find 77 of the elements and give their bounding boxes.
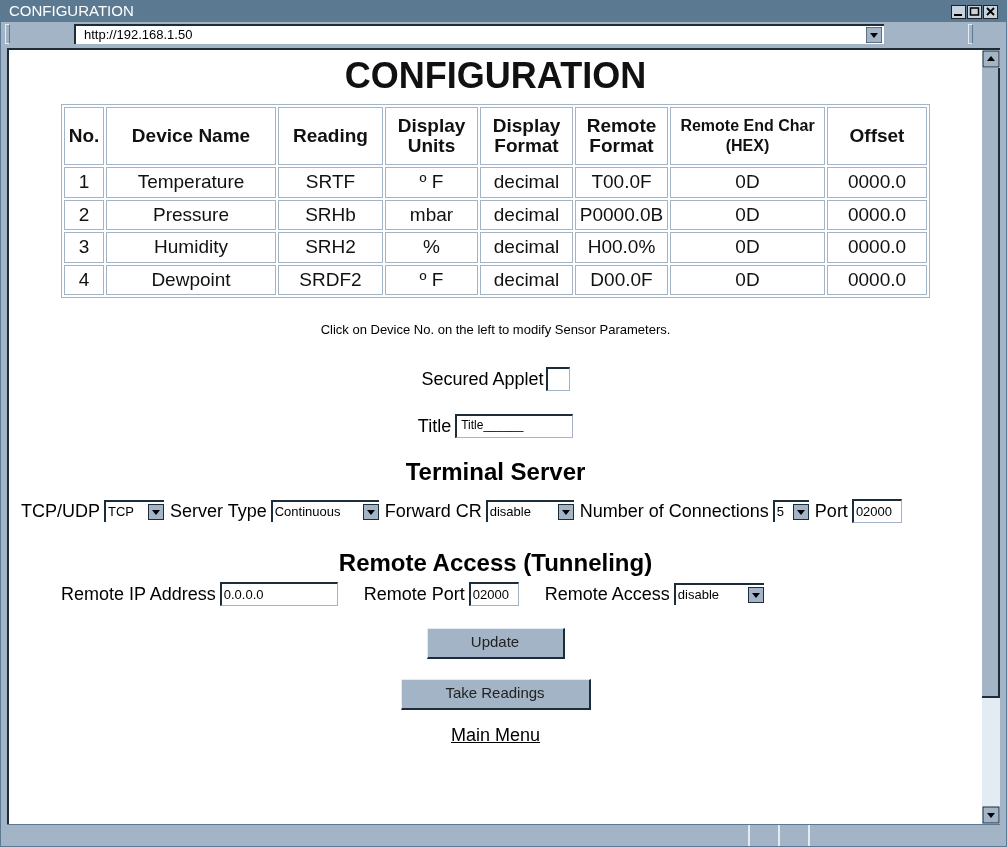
table-cell: 0000.0 — [827, 167, 927, 198]
table-cell: 0000.0 — [827, 232, 927, 263]
close-icon[interactable] — [983, 4, 998, 19]
window-title: CONFIGURATION — [9, 1, 134, 22]
minimize-icon[interactable] — [951, 4, 966, 19]
section-heading: Remote Access (Tunneling) — [338, 548, 653, 577]
scroll-up-icon[interactable] — [982, 50, 1000, 68]
scrollbar[interactable] — [982, 50, 1000, 824]
table-cell: 0D — [670, 232, 825, 263]
table-cell: decimal — [480, 167, 573, 198]
table-cell: 0D — [670, 199, 825, 230]
table-cell: 0000.0 — [827, 264, 927, 295]
device-number-link[interactable]: 4 — [64, 264, 104, 295]
table-cell: P0000.0B — [575, 199, 668, 230]
table-cell: 0000.0 — [827, 199, 927, 230]
field-label: Number of Connections — [579, 499, 769, 523]
table-cell: H00.0% — [575, 232, 668, 263]
table-cell: 0D — [670, 167, 825, 198]
input-field[interactable]: 02000 — [851, 499, 902, 523]
device-number-link[interactable]: 1 — [64, 167, 104, 198]
dropdown[interactable]: TCP — [104, 500, 164, 522]
dropdown[interactable]: disable — [485, 500, 574, 522]
dropdown[interactable]: 5 — [772, 500, 809, 522]
dropdown[interactable]: Continuous — [270, 500, 379, 522]
table-cell: mbar — [385, 199, 478, 230]
action-button[interactable]: Update — [426, 627, 565, 659]
table-cell: SRH2 — [278, 232, 383, 263]
table-cell: Dewpoint — [106, 264, 276, 295]
field-label: Secured Applet — [421, 367, 544, 391]
main-menu-link[interactable]: Main Menu — [450, 721, 540, 749]
field-label: Title — [417, 414, 452, 438]
section-heading: Terminal Server — [405, 456, 586, 487]
action-button[interactable]: Take Readings — [400, 678, 591, 710]
table-cell: D00.0F — [575, 264, 668, 295]
field-label: Forward CR — [384, 499, 482, 523]
table-cell: T00.0F — [575, 167, 668, 198]
hint-text: Click on Device No. on the left to modify Sensor Parameters. — [320, 321, 671, 339]
device-number-link[interactable]: 3 — [64, 232, 104, 263]
field-label: Server Type — [170, 499, 267, 523]
table-cell: SRTF — [278, 167, 383, 198]
field-label: TCP/UDP — [21, 499, 100, 523]
column-header: Device Name — [106, 107, 276, 165]
title-input-field[interactable]: Title______ — [455, 414, 574, 438]
table-cell: º F — [385, 167, 478, 198]
column-header: Display Format — [480, 107, 573, 165]
device-number-link[interactable]: 2 — [64, 199, 104, 230]
table-cell: % — [385, 232, 478, 263]
table-cell: 0D — [670, 264, 825, 295]
table-cell: Humidity — [106, 232, 276, 263]
input-field[interactable]: 0.0.0.0 — [219, 582, 338, 606]
table-cell: decimal — [480, 199, 573, 230]
table-cell: decimal — [480, 264, 573, 295]
column-header: Offset — [827, 107, 927, 165]
table-cell: SRHb — [278, 199, 383, 230]
maximize-icon[interactable] — [967, 4, 982, 19]
column-header: Reading — [278, 107, 383, 165]
dropdown[interactable]: disable — [673, 583, 764, 605]
table-cell: SRDF2 — [278, 264, 383, 295]
scroll-down-icon[interactable] — [982, 806, 1000, 824]
input-field[interactable]: 02000 — [468, 582, 519, 606]
table-cell: Pressure — [106, 199, 276, 230]
scroll-thumb[interactable] — [982, 68, 1000, 698]
column-header: Remote End Char (HEX) — [670, 107, 825, 165]
table-cell: decimal — [480, 232, 573, 263]
field-label: Remote Access — [544, 582, 670, 606]
table-cell: Temperature — [106, 167, 276, 198]
checkbox[interactable] — [545, 367, 570, 391]
column-header: No. — [64, 107, 104, 165]
field-label: Port — [814, 499, 848, 523]
page-heading: CONFIGURATION — [344, 54, 647, 98]
dropdown-arrow-icon[interactable] — [866, 27, 882, 43]
column-header: Remote Format — [575, 107, 668, 165]
field-label: Remote Port — [363, 582, 465, 606]
address-field[interactable]: http://192.168.1.50 — [74, 24, 884, 44]
column-header: Display Units — [385, 107, 478, 165]
table-cell: º F — [385, 264, 478, 295]
field-label: Remote IP Address — [61, 582, 216, 606]
